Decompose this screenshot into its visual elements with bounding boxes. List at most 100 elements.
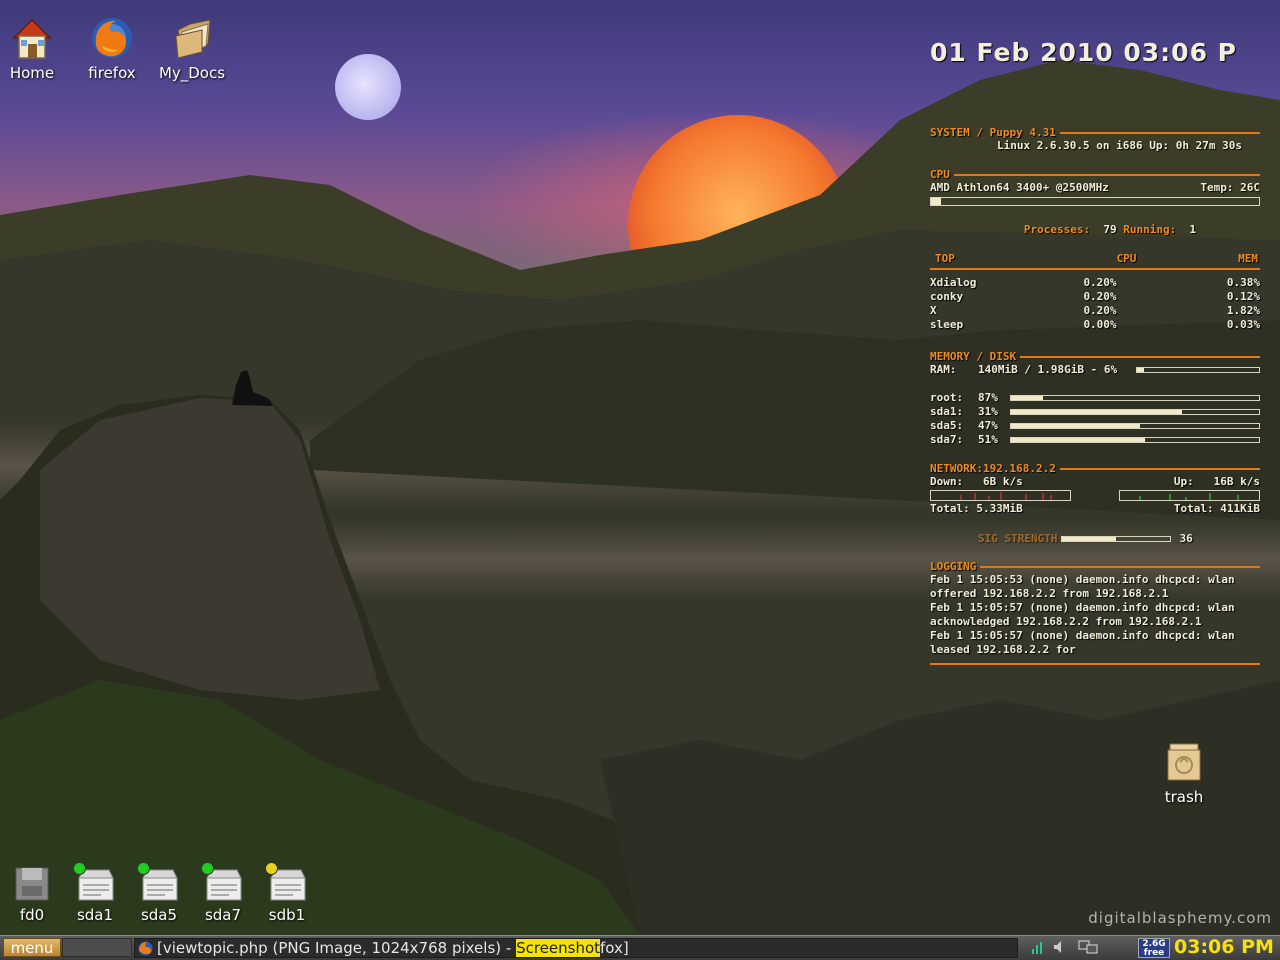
total-up: Total: 411KiB bbox=[1173, 502, 1260, 515]
floppy-drive-icon bbox=[12, 862, 52, 904]
drive-sdb1[interactable]: sdb1 bbox=[262, 862, 312, 924]
taskbar: menu [viewtopic.php (PNG Image, 1024x768… bbox=[0, 935, 1280, 960]
process-mem: 0.38% bbox=[1226, 276, 1260, 289]
log-line: acknowledged 192.168.2.2 from 192.168.2.… bbox=[930, 615, 1202, 628]
download-graph bbox=[930, 490, 1071, 501]
log-line: Feb 1 15:05:57 (none) daemon.info dhcpcd… bbox=[930, 629, 1235, 642]
home-icon bbox=[8, 14, 56, 62]
top-process-row: X 0.20% 1.82% bbox=[930, 304, 1260, 318]
disk-percent: 51% bbox=[978, 433, 998, 446]
taskbar-clock[interactable]: 03:06 PM bbox=[1174, 936, 1274, 959]
process-name: Xdialog bbox=[930, 276, 977, 289]
top-process-row: sleep 0.00% 0.03% bbox=[930, 318, 1260, 332]
trash-desktop-icon[interactable]: trash bbox=[1149, 738, 1219, 806]
processes-label: Processes: bbox=[1023, 223, 1091, 236]
up-value: 16B k/s bbox=[1213, 475, 1260, 488]
disk-row: sda7: 51% bbox=[930, 433, 1260, 447]
network-section: NETWORK:192.168.2.2 Down: 6B k/s Up: 16B… bbox=[930, 462, 1260, 516]
upload-graph bbox=[1119, 490, 1260, 501]
drive-label: sda7 bbox=[204, 906, 242, 924]
trash-icon bbox=[1160, 738, 1208, 786]
disk-percent: 87% bbox=[978, 391, 998, 404]
process-mem: 0.03% bbox=[1226, 318, 1260, 331]
ram-usage-bar bbox=[1136, 367, 1260, 373]
task-title-highlight: Screenshot bbox=[516, 939, 601, 957]
process-mem: 0.12% bbox=[1226, 290, 1260, 303]
cpu-temp: Temp: 26C bbox=[1200, 181, 1260, 194]
firefox-desktop-icon[interactable]: firefox bbox=[77, 14, 147, 82]
disk-label: root: bbox=[930, 391, 964, 404]
process-name: sleep bbox=[930, 318, 964, 331]
process-cpu: 0.20% bbox=[1083, 290, 1117, 303]
conky-clock: 01 Feb 2010 03:06 P bbox=[930, 38, 1238, 67]
task-title-suffix: fox] bbox=[600, 939, 629, 957]
display-icon[interactable] bbox=[1078, 939, 1100, 955]
drive-sda5[interactable]: sda5 bbox=[134, 862, 184, 924]
firefox-icon-label: firefox bbox=[88, 64, 136, 82]
top-header-cpu: CPU bbox=[1116, 252, 1137, 265]
log-line: Feb 1 15:05:53 (none) daemon.info dhcpcd… bbox=[930, 573, 1235, 586]
drive-status-dot bbox=[265, 862, 278, 875]
trash-icon-label: trash bbox=[1164, 788, 1204, 806]
memory-heading: MEMORY / DISK bbox=[930, 350, 1017, 363]
taskbar-window-button[interactable]: [viewtopic.php (PNG Image, 1024x768 pixe… bbox=[134, 938, 1018, 958]
my-docs-desktop-icon[interactable]: My_Docs bbox=[157, 14, 227, 82]
total-down: Total: 5.33MiB bbox=[930, 502, 1023, 515]
free-space-indicator[interactable]: 2.6G free bbox=[1138, 938, 1170, 958]
firefox-icon bbox=[138, 941, 153, 956]
kernel-line: Linux 2.6.30.5 on i686 Up: 0h 27m 30s bbox=[996, 139, 1242, 152]
running-value: 1 bbox=[1189, 223, 1197, 236]
log-line: leased 192.168.2.2 for bbox=[930, 643, 1076, 656]
process-cpu: 0.00% bbox=[1083, 318, 1117, 331]
disk-label: sda1: bbox=[930, 405, 964, 418]
disk-usage-bar bbox=[1010, 437, 1260, 443]
my-docs-icon-label: My_Docs bbox=[158, 64, 226, 82]
process-cpu: 0.20% bbox=[1083, 276, 1117, 289]
cpu-heading: CPU bbox=[930, 168, 950, 181]
menu-button[interactable]: menu bbox=[3, 938, 61, 957]
drive-status-dot bbox=[73, 862, 86, 875]
down-label: Down: bbox=[930, 475, 964, 488]
drive-sda7[interactable]: sda7 bbox=[198, 862, 248, 924]
folder-icon bbox=[168, 14, 216, 62]
down-value: 6B k/s bbox=[983, 475, 1023, 488]
task-title-prefix: [viewtopic.php (PNG Image, 1024x768 pixe… bbox=[157, 939, 517, 957]
ram-label: RAM: bbox=[930, 363, 957, 376]
log-lines: Feb 1 15:05:53 (none) daemon.info dhcpcd… bbox=[930, 573, 1260, 657]
hard-drive-icon bbox=[265, 862, 307, 904]
logging-section: LOGGING Feb 1 15:05:53 (none) daemon.inf… bbox=[930, 560, 1260, 665]
process-name: X bbox=[930, 304, 937, 317]
running-label: Running: bbox=[1123, 223, 1177, 236]
log-line: offered 192.168.2.2 from 192.168.2.1 bbox=[930, 587, 1169, 600]
volume-icon[interactable] bbox=[1052, 939, 1068, 955]
top-process-list: Xdialog 0.20% 0.38% conky 0.20% 0.12% X 0.20% 1.… bbox=[930, 276, 1260, 332]
disk-row: root: 87% bbox=[930, 391, 1260, 405]
network-icon[interactable] bbox=[1030, 939, 1046, 955]
top-processes-section: TOP CPU MEM Xdialog 0.20% 0.38% conky 0.20% 0… bbox=[930, 252, 1260, 332]
signal-label: SIG STRENGTH bbox=[978, 532, 1058, 545]
signal-value: 36 bbox=[1179, 532, 1193, 545]
home-desktop-icon[interactable]: Home bbox=[0, 14, 67, 82]
cpu-section: CPU AMD Athlon64 3400+ @2500MHz Temp: 26C… bbox=[930, 168, 1260, 237]
top-header-mem: MEM bbox=[1238, 252, 1258, 265]
disk-label: sda7: bbox=[930, 433, 964, 446]
signal-section: SIG STRENGTH 36 bbox=[930, 532, 1260, 546]
hard-drive-icon bbox=[137, 862, 179, 904]
logging-heading: LOGGING bbox=[930, 560, 977, 573]
disk-usage-bar bbox=[1010, 423, 1260, 429]
disk-label: sda5: bbox=[930, 419, 964, 432]
memory-section: MEMORY / DISK RAM: 140MiB / 1.98GiB - 6%… bbox=[930, 350, 1260, 447]
system-heading: SYSTEM / Puppy 4.31 bbox=[930, 126, 1056, 139]
process-name: conky bbox=[930, 290, 964, 303]
disk-usage-list: root: 87% sda1: 31% sda5: 47% sda7: 51% bbox=[930, 391, 1260, 447]
quick-launch-area[interactable] bbox=[62, 938, 132, 957]
top-header-name: TOP bbox=[935, 252, 955, 265]
drive-fd0[interactable]: fd0 bbox=[7, 862, 57, 924]
hard-drive-icon bbox=[201, 862, 243, 904]
signal-strength-bar bbox=[1061, 536, 1172, 542]
disk-percent: 31% bbox=[978, 405, 998, 418]
drive-label: sdb1 bbox=[268, 906, 306, 924]
drive-sda1[interactable]: sda1 bbox=[70, 862, 120, 924]
disk-usage-bar bbox=[1010, 395, 1260, 401]
firefox-icon bbox=[88, 14, 136, 62]
